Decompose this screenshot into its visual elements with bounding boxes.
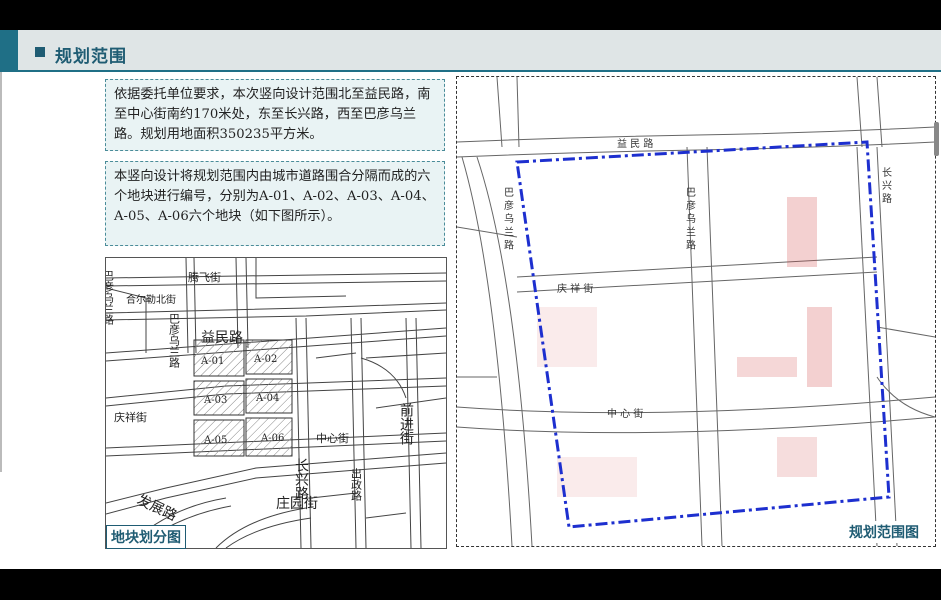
- road-label-bayanwulan-n: 巴彦乌兰路: [168, 313, 181, 369]
- title-bar: 规划范围: [0, 30, 941, 72]
- road-label-yimin: 益民路: [201, 330, 243, 346]
- road-label-zhongxin: 中心街: [316, 431, 349, 445]
- plan-map-svg: 益 民 路 中 心 街 庆 祥 街 巴 彦 乌 兰 路 巴 彦 乌 兰 路 长 …: [456, 76, 936, 547]
- road-label-qianjin: 前进街: [398, 402, 414, 445]
- plan-road-bayan-w: 巴 彦 乌 兰 路: [502, 187, 514, 251]
- page-title: 规划范围: [55, 47, 127, 67]
- road-label-heersheng: 合尔勒北街: [126, 293, 176, 306]
- block-map-caption: 地块划分图: [106, 525, 186, 549]
- parcel-label-a04: A-04: [255, 393, 279, 404]
- planning-scope-map: 益 民 路 中 心 街 庆 祥 街 巴 彦 乌 兰 路 巴 彦 乌 兰 路 长 …: [456, 76, 936, 547]
- plan-map-caption: 规划范围图: [845, 521, 923, 543]
- road-label-chuzheng: 出政路: [350, 467, 363, 502]
- block-division-map: 腾飞街 益民路 庆祥街 中心街 发展路 庄园街 合尔勒北街 巴彦乌兰路 巴彦乌兰…: [102, 257, 447, 549]
- plan-road-qingxiang: 庆 祥 街: [557, 282, 593, 295]
- plan-road-zhongxin: 中 心 街: [607, 407, 643, 420]
- plan-road-yimin: 益 民 路: [617, 137, 653, 150]
- scrollbar-handle[interactable]: [934, 122, 939, 156]
- road-label-tengfei: 腾飞街: [188, 270, 221, 284]
- road-label-bayanwulan: 巴彦乌兰路: [106, 270, 115, 326]
- parcel-label-a03: A-03: [203, 395, 227, 406]
- plan-road-changxing: 长 兴 路: [880, 167, 892, 204]
- block-map-svg: 腾飞街 益民路 庆祥街 中心街 发展路 庄园街 合尔勒北街 巴彦乌兰路 巴彦乌兰…: [102, 257, 447, 549]
- parcel-label-a06: A-06: [260, 433, 284, 444]
- slide: 规划范围 依据委托单位要求，本次竖向设计范围北至益民路，南至中心街南约170米处…: [0, 30, 941, 569]
- parcel-text-box: 本竖向设计将规划范围内由城市道路围合分隔而成的六个地块进行编号，分别为A-01、…: [105, 161, 445, 246]
- road-label-changxing: 长兴路: [293, 458, 309, 500]
- plan-road-bayan-n: 巴 彦 乌 兰 路: [684, 187, 696, 251]
- title-underline: [18, 70, 941, 72]
- intro-text-box: 依据委托单位要求，本次竖向设计范围北至益民路，南至中心街南约170米处，东至长兴…: [105, 79, 445, 151]
- left-edge: [0, 72, 2, 472]
- road-label-qingxiang: 庆祥街: [114, 410, 147, 424]
- bullet-square-icon: [35, 47, 45, 57]
- title-accent: [0, 30, 18, 72]
- parcel-label-a05: A-05: [203, 435, 227, 446]
- parcel-label-a02: A-02: [253, 354, 277, 365]
- parcel-label-a01: A-01: [200, 356, 224, 367]
